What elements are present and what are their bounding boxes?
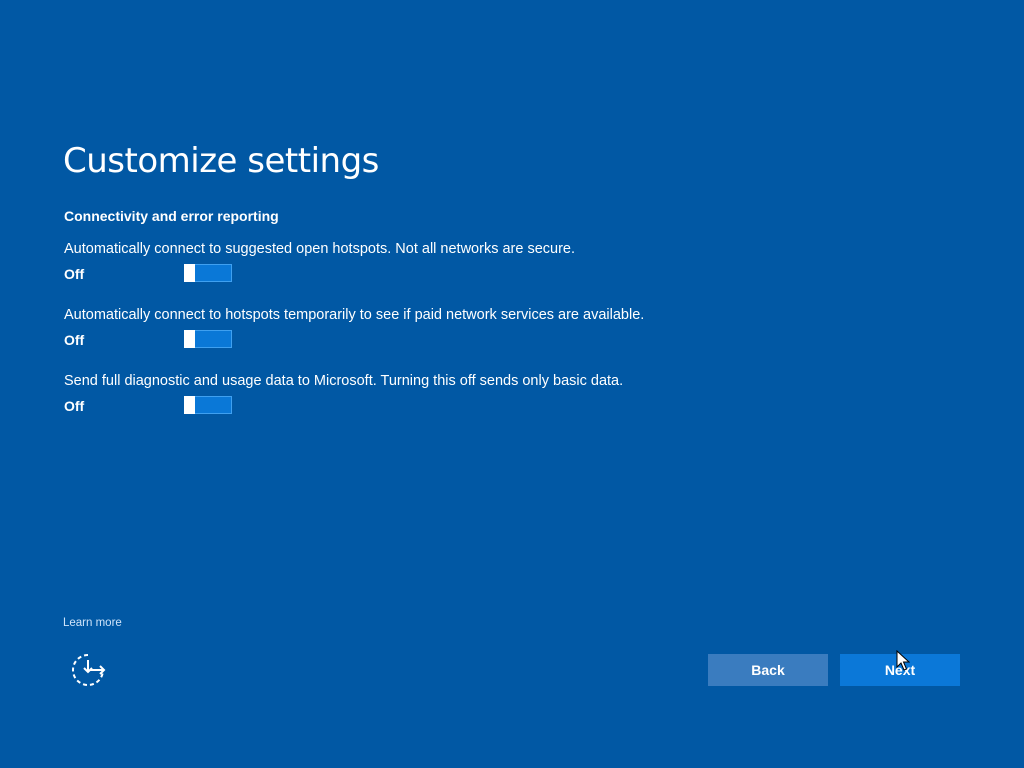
toggle-state-label: Off xyxy=(64,332,85,348)
setting-diagnostic-data: Send full diagnostic and usage data to M… xyxy=(64,372,764,420)
setting-description: Send full diagnostic and usage data to M… xyxy=(64,373,624,389)
ease-of-access-icon[interactable] xyxy=(70,652,106,688)
setting-description: Automatically connect to suggested open … xyxy=(64,241,576,257)
page-title: Customize settings xyxy=(63,141,379,181)
toggle-state-label: Off xyxy=(64,398,85,414)
suggested-hotspots-toggle[interactable] xyxy=(184,264,232,282)
setting-suggested-hotspots: Automatically connect to suggested open … xyxy=(64,240,764,288)
next-button[interactable]: Next xyxy=(840,654,960,686)
toggle-thumb[interactable] xyxy=(184,396,195,414)
toggle-state-label: Off xyxy=(64,266,85,282)
toggle-thumb[interactable] xyxy=(184,264,195,282)
back-button[interactable]: Back xyxy=(708,654,828,686)
toggle-thumb[interactable] xyxy=(184,330,195,348)
paid-hotspots-toggle[interactable] xyxy=(184,330,232,348)
diagnostic-data-toggle[interactable] xyxy=(184,396,232,414)
setting-paid-hotspots: Automatically connect to hotspots tempor… xyxy=(64,306,764,354)
section-heading: Connectivity and error reporting xyxy=(64,208,279,224)
learn-more-link[interactable]: Learn more xyxy=(63,615,122,631)
setting-description: Automatically connect to hotspots tempor… xyxy=(64,307,645,323)
